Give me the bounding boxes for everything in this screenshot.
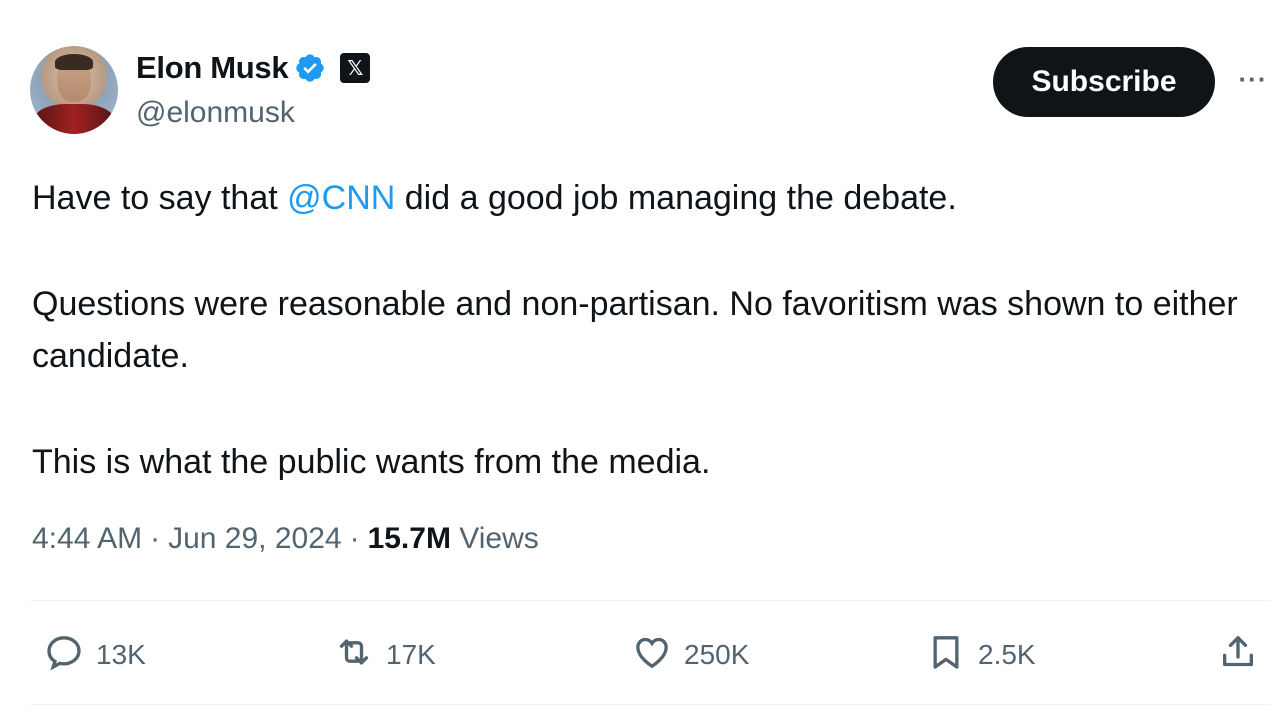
bookmark-icon xyxy=(926,632,966,679)
mention-link[interactable]: @CNN xyxy=(287,179,395,217)
views-count: 15.7M xyxy=(367,522,451,555)
like-count: 250K xyxy=(684,639,750,670)
x-affiliate-icon[interactable]: 𝕏 xyxy=(340,53,371,83)
author-handle[interactable]: @elonmusk xyxy=(136,96,295,130)
avatar-hair xyxy=(55,54,93,70)
divider xyxy=(30,704,1270,705)
share-icon xyxy=(1218,632,1258,679)
tweet-paragraph-3: This is what the public wants from the m… xyxy=(32,443,711,481)
avatar[interactable] xyxy=(30,46,118,134)
like-button[interactable]: 250K xyxy=(632,612,749,698)
author-name-row: Elon Musk 𝕏 xyxy=(136,50,371,86)
avatar-suit xyxy=(34,104,114,134)
tweet-paragraph-2: Questions were reasonable and non-partis… xyxy=(32,285,1238,375)
repost-count: 17K xyxy=(386,639,436,670)
repost-icon xyxy=(334,632,374,679)
tweet-meta: 4:44 AM · Jun 29, 2024 · 15.7M Views xyxy=(32,522,539,556)
tweet-text: Have to say that @CNN did a good job man… xyxy=(32,172,1262,488)
tweet-date[interactable]: Jun 29, 2024 xyxy=(168,522,341,556)
tweet-text-post: did a good job managing the debate. xyxy=(395,179,957,217)
meta-separator: · xyxy=(150,522,161,555)
reply-icon xyxy=(44,632,84,679)
reply-count: 13K xyxy=(96,639,146,670)
bookmark-count: 2.5K xyxy=(978,639,1036,670)
more-options-icon[interactable]: ··· xyxy=(1236,62,1270,96)
bookmark-button[interactable]: 2.5K xyxy=(926,612,1036,698)
tweet-card: Elon Musk 𝕏 @elonmusk Subscribe ··· Have… xyxy=(0,0,1280,720)
subscribe-button[interactable]: Subscribe xyxy=(993,47,1215,117)
heart-icon xyxy=(632,632,672,679)
action-bar: 13K 17K 250K 2.5K xyxy=(0,612,1280,698)
share-button[interactable] xyxy=(1218,612,1258,698)
author-name[interactable]: Elon Musk xyxy=(136,50,289,86)
divider xyxy=(30,600,1270,601)
reply-button[interactable]: 13K xyxy=(44,612,146,698)
repost-button[interactable]: 17K xyxy=(334,612,436,698)
tweet-paragraph-1: Have to say that @CNN did a good job man… xyxy=(32,172,1262,224)
verified-badge-icon xyxy=(294,52,326,84)
views-label: Views xyxy=(459,522,539,555)
tweet-time[interactable]: 4:44 AM xyxy=(32,522,142,556)
tweet-text-pre: Have to say that xyxy=(32,179,288,217)
meta-separator: · xyxy=(349,522,360,555)
